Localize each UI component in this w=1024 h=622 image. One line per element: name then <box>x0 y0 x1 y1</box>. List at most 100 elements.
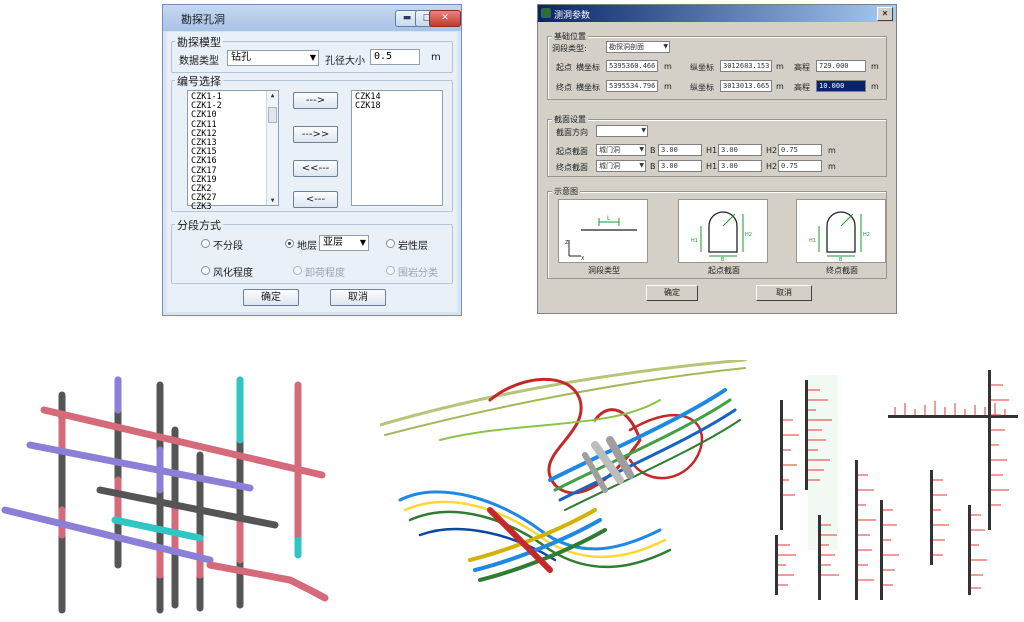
start-x-label: 横坐标 <box>576 63 600 72</box>
add-all-button[interactable]: --->> <box>293 126 338 143</box>
list-scrollbar[interactable]: ▲ ▼ <box>266 91 278 205</box>
stratum-select[interactable]: 亚层 ▼ <box>319 235 369 251</box>
start-z-field[interactable]: 729.000 <box>816 60 866 72</box>
start-z-label: 高程 <box>794 63 810 72</box>
radio-rock-class[interactable] <box>386 266 395 275</box>
cancel-button[interactable]: 取消 <box>756 285 812 301</box>
profile-chart <box>968 505 987 595</box>
close-icon[interactable]: ✕ <box>877 7 893 21</box>
base-group-label: 基础位置 <box>552 31 588 42</box>
svg-text:X: X <box>581 256 585 262</box>
profile-chart <box>855 460 876 600</box>
radio-stratum[interactable] <box>285 239 294 248</box>
radio-unloading[interactable] <box>293 266 302 275</box>
svg-text:H1: H1 <box>809 238 816 244</box>
tunnel-type-diagram: L Z X <box>565 215 637 262</box>
unit: m <box>664 82 672 91</box>
end-h1-field[interactable]: 3.00 <box>718 160 762 172</box>
hole-size-input[interactable]: 0.5 <box>370 49 420 65</box>
end-z-field[interactable]: 10.000 <box>816 80 866 92</box>
cancel-button[interactable]: 取消 <box>330 289 386 306</box>
start-section-preview: B H1 H2 <box>678 199 768 263</box>
scroll-up-icon[interactable]: ▲ <box>267 91 278 100</box>
b-label: B <box>650 162 656 171</box>
available-list[interactable]: CZK1-1 CZK1-2 CZK10 CZK11 CZK12 CZK13 CZK15 CZK… <box>187 90 279 212</box>
remove-all-button[interactable]: <<--- <box>293 160 338 177</box>
end-x-field[interactable]: 5395534.796 <box>606 80 658 92</box>
scroll-down-icon[interactable]: ▼ <box>267 196 278 205</box>
end-label: 终点 <box>556 83 572 92</box>
end-b-field[interactable]: 3.00 <box>658 160 702 172</box>
start-label: 起点 <box>556 63 572 72</box>
unit-label: m <box>431 52 441 63</box>
section-dir-label: 截面方向 <box>556 128 588 137</box>
hole-size-label: 孔径大小 <box>325 56 365 67</box>
start-y-field[interactable]: 3012683.153 <box>720 60 772 72</box>
dialog-title-bar: 勘探孔洞 ▬ □ ✕ <box>163 5 461 31</box>
chevron-down-icon: ▼ <box>639 146 644 153</box>
b-label: B <box>650 146 656 155</box>
radio-weathering[interactable] <box>201 266 210 275</box>
end-x-label: 横坐标 <box>576 83 600 92</box>
h2-label: H2 <box>766 162 778 171</box>
ok-button[interactable]: 确定 <box>243 289 299 306</box>
model-group-label: 勘探模型 <box>175 34 223 50</box>
profile-chart <box>780 375 838 550</box>
drill-hole-dialog: 勘探孔洞 ▬ □ ✕ 勘探模型 数据类型 钻孔 ▼ 孔径大小 0.5 m 编号选择… <box>162 4 462 316</box>
end-z-label: 高程 <box>794 83 810 92</box>
start-x-field[interactable]: 5395360.466 <box>606 60 658 72</box>
selected-list[interactable]: CZK14 CZK18 <box>351 90 443 206</box>
unit: m <box>871 82 879 91</box>
start-y-label: 纵坐标 <box>690 63 714 72</box>
borehole-3d-view <box>1 376 329 614</box>
end-section-preview: B H1 H2 <box>796 199 886 263</box>
scroll-thumb[interactable] <box>268 107 277 123</box>
weathering-label: 风化程度 <box>213 268 253 279</box>
section-dir-select[interactable]: ▼ <box>596 125 648 137</box>
remove-button[interactable]: <--- <box>293 191 338 208</box>
no-segment-label: 不分段 <box>213 241 243 252</box>
dialog-title: 测洞参数 <box>554 11 591 21</box>
radio-lithology[interactable] <box>386 239 395 248</box>
chevron-down-icon: ▼ <box>641 127 646 134</box>
add-button[interactable]: ---> <box>293 92 338 109</box>
tunnel-type-preview: L Z X <box>558 199 648 263</box>
tunnel-type-select[interactable]: 勘探洞剖面 ▼ <box>606 41 670 53</box>
unit: m <box>871 62 879 71</box>
end-section-caption: 终点截面 <box>826 266 858 275</box>
section-group-label: 截面设置 <box>552 114 588 125</box>
end-y-field[interactable]: 3013013.665 <box>720 80 772 92</box>
tunnel-network-3d-view <box>380 360 747 582</box>
h2-label: H2 <box>766 146 778 155</box>
end-section-select[interactable]: 城门洞 ▼ <box>596 160 646 172</box>
end-section-diagram: B H1 H2 <box>809 211 870 263</box>
tunnel-type-label: 洞段类型: <box>552 44 587 53</box>
start-h2-field[interactable]: 0.75 <box>778 144 822 156</box>
end-h2-field[interactable]: 0.75 <box>778 160 822 172</box>
segment-group-label: 分段方式 <box>175 217 223 233</box>
unit: m <box>664 62 672 71</box>
profile-chart <box>880 500 899 600</box>
close-icon[interactable]: ✕ <box>429 10 461 27</box>
ok-button[interactable]: 确定 <box>646 285 698 301</box>
start-h1-field[interactable]: 3.00 <box>718 144 762 156</box>
start-b-field[interactable]: 3.00 <box>658 144 702 156</box>
list-item[interactable]: CZK3 <box>191 203 275 212</box>
stratum-label: 地层 <box>297 241 317 252</box>
svg-text:B: B <box>721 257 725 262</box>
chevron-down-icon: ▼ <box>663 43 668 50</box>
profile-chart <box>930 470 949 565</box>
h1-label: H1 <box>706 162 718 171</box>
tunnel-type-caption: 洞段类型 <box>588 266 620 275</box>
data-type-select[interactable]: 钻孔 ▼ <box>227 50 319 66</box>
unit: m <box>776 82 784 91</box>
list-item[interactable]: CZK18 <box>355 101 439 111</box>
dialog-client: 勘探模型 数据类型 钻孔 ▼ 孔径大小 0.5 m 编号选择 CZK1-1 CZK1… <box>167 32 457 312</box>
h1-label: H1 <box>706 146 718 155</box>
preview-group-label: 示意图 <box>552 186 580 197</box>
unit: m <box>776 62 784 71</box>
chevron-down-icon: ▼ <box>359 238 366 247</box>
radio-no-segment[interactable] <box>201 239 210 248</box>
start-section-select[interactable]: 城门洞 ▼ <box>596 144 646 156</box>
svg-text:Z: Z <box>565 240 569 246</box>
